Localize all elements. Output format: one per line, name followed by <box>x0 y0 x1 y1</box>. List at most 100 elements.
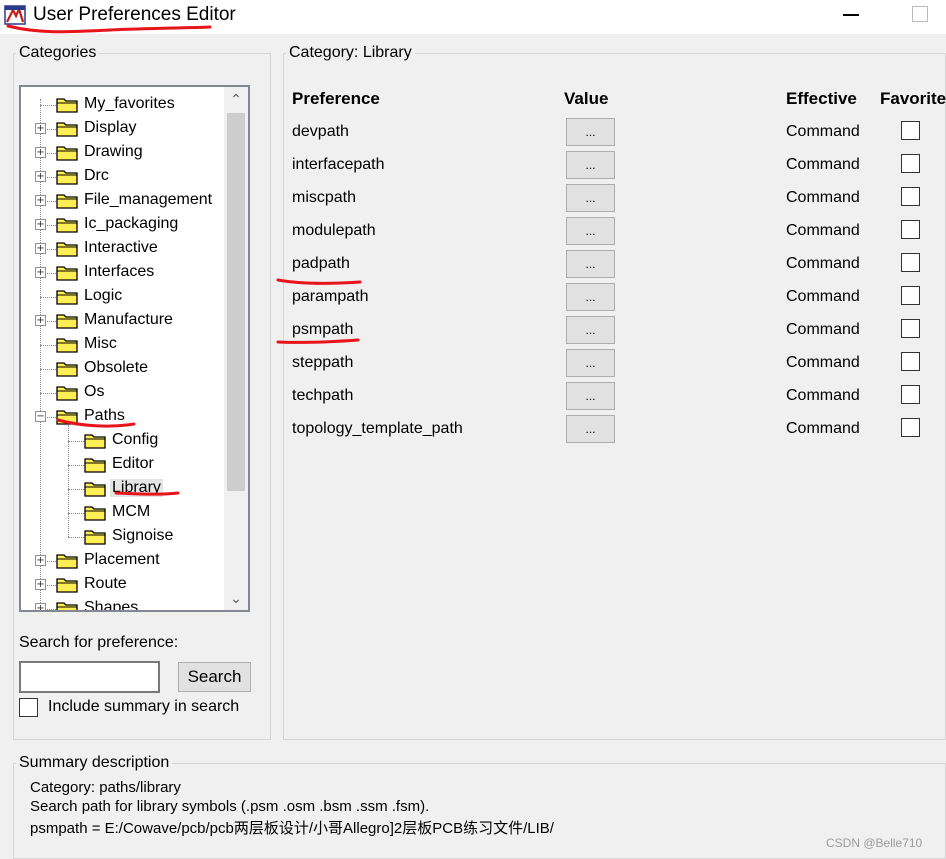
favorite-checkbox-devpath[interactable] <box>901 121 920 140</box>
favorite-checkbox-techpath[interactable] <box>901 385 920 404</box>
value-browse-button-modulepath[interactable]: ... <box>566 217 615 245</box>
tree-item-label: Signoise <box>112 527 174 544</box>
tree-scrollbar[interactable]: ⌃ ⌄ <box>224 87 248 610</box>
value-browse-button-topology_template_path[interactable]: ... <box>566 415 615 443</box>
tree-item-label: Paths <box>84 407 125 424</box>
expand-icon[interactable]: + <box>35 243 46 254</box>
tree-item-editor[interactable]: Editor <box>21 453 226 477</box>
favorite-checkbox-padpath[interactable] <box>901 253 920 272</box>
folder-icon <box>56 384 78 401</box>
folder-icon <box>56 96 78 113</box>
tree-item-label: Logic <box>84 287 123 304</box>
tree-item-drawing[interactable]: + Drawing <box>21 141 226 165</box>
value-browse-button-parampath[interactable]: ... <box>566 283 615 311</box>
tree-item-display[interactable]: + Display <box>21 117 226 141</box>
favorite-checkbox-steppath[interactable] <box>901 352 920 371</box>
preference-name-psmpath: psmpath <box>292 321 354 338</box>
scroll-down-arrow-icon[interactable]: ⌄ <box>224 586 248 610</box>
expand-icon[interactable]: + <box>35 267 46 278</box>
tree-item-obsolete[interactable]: Obsolete <box>21 357 226 381</box>
search-input[interactable] <box>19 661 160 693</box>
folder-icon <box>56 312 78 329</box>
tree-item-shapes[interactable]: + Shapes <box>21 597 226 612</box>
favorite-checkbox-psmpath[interactable] <box>901 319 920 338</box>
tree-item-drc[interactable]: + Drc <box>21 165 226 189</box>
favorite-checkbox-interfacepath[interactable] <box>901 154 920 173</box>
value-browse-button-interfacepath[interactable]: ... <box>566 151 615 179</box>
tree-connector-line <box>68 465 84 466</box>
preference-name-modulepath: modulepath <box>292 222 376 239</box>
category-legend: Category: Library <box>289 44 412 61</box>
tree-item-label: Shapes <box>84 599 139 612</box>
folder-icon <box>56 336 78 353</box>
scroll-thumb[interactable] <box>227 113 245 491</box>
expand-icon[interactable]: + <box>35 195 46 206</box>
tree-item-my_favorites[interactable]: My_favorites <box>21 93 226 117</box>
tree-connector-line <box>68 513 84 514</box>
scroll-up-arrow-icon[interactable]: ⌃ <box>224 87 248 111</box>
tree-connector-line <box>40 369 56 370</box>
tree-item-logic[interactable]: Logic <box>21 285 226 309</box>
tree-item-manufacture[interactable]: + Manufacture <box>21 309 226 333</box>
collapse-icon[interactable]: − <box>35 411 46 422</box>
summary-line: Search path for library symbols (.psm .o… <box>30 798 430 815</box>
favorite-checkbox-modulepath[interactable] <box>901 220 920 239</box>
expand-icon[interactable]: + <box>35 579 46 590</box>
category-tree[interactable]: ⌃ ⌄ My_favorites + Display + Drawing + Drc + Fil… <box>19 85 250 612</box>
tree-connector-line <box>40 393 56 394</box>
preference-name-miscpath: miscpath <box>292 189 357 206</box>
tree-item-label: Os <box>84 383 105 400</box>
folder-icon <box>56 192 78 209</box>
value-browse-button-devpath[interactable]: ... <box>566 118 615 146</box>
tree-item-label: Interfaces <box>84 263 155 280</box>
favorite-checkbox-miscpath[interactable] <box>901 187 920 206</box>
tree-item-signoise[interactable]: Signoise <box>21 525 226 549</box>
tree-item-paths[interactable]: − Paths <box>21 405 226 429</box>
value-browse-button-techpath[interactable]: ... <box>566 382 615 410</box>
folder-icon <box>84 528 106 545</box>
favorite-checkbox-parampath[interactable] <box>901 286 920 305</box>
tree-item-file_management[interactable]: + File_management <box>21 189 226 213</box>
folder-icon <box>84 432 106 449</box>
expand-icon[interactable]: + <box>35 315 46 326</box>
folder-icon <box>84 456 106 473</box>
maximize-button[interactable] <box>912 6 928 22</box>
expand-icon[interactable]: + <box>35 219 46 230</box>
favorite-checkbox-topology_template_path[interactable] <box>901 418 920 437</box>
tree-item-mcm[interactable]: MCM <box>21 501 226 525</box>
expand-icon[interactable]: + <box>35 171 46 182</box>
tree-item-route[interactable]: + Route <box>21 573 226 597</box>
value-browse-button-miscpath[interactable]: ... <box>566 184 615 212</box>
expand-icon[interactable]: + <box>35 603 46 610</box>
expand-icon[interactable]: + <box>35 123 46 134</box>
preference-name-devpath: devpath <box>292 123 349 140</box>
summary-line: Category: paths/library <box>30 779 181 796</box>
expand-icon[interactable]: + <box>35 555 46 566</box>
tree-item-label: File_management <box>84 191 213 208</box>
minimize-button[interactable] <box>843 14 859 16</box>
value-browse-button-steppath[interactable]: ... <box>566 349 615 377</box>
tree-connector-line <box>68 489 84 490</box>
folder-icon <box>56 264 78 281</box>
summary-legend: Summary description <box>19 754 170 771</box>
value-browse-button-psmpath[interactable]: ... <box>566 316 615 344</box>
value-browse-button-padpath[interactable]: ... <box>566 250 615 278</box>
tree-item-ic_packaging[interactable]: + Ic_packaging <box>21 213 226 237</box>
tree-item-label: Obsolete <box>84 359 149 376</box>
tree-item-interfaces[interactable]: + Interfaces <box>21 261 226 285</box>
tree-item-os[interactable]: Os <box>21 381 226 405</box>
watermark: CSDN @Belle710 <box>826 836 923 850</box>
expand-icon[interactable]: + <box>35 147 46 158</box>
folder-icon <box>56 576 78 593</box>
tree-item-label: MCM <box>112 503 151 520</box>
tree-item-placement[interactable]: + Placement <box>21 549 226 573</box>
tree-item-config[interactable]: Config <box>21 429 226 453</box>
tree-item-interactive[interactable]: + Interactive <box>21 237 226 261</box>
include-summary-label: Include summary in search <box>48 698 240 715</box>
search-button[interactable]: Search <box>178 662 251 692</box>
tree-connector-line <box>40 345 56 346</box>
include-summary-checkbox[interactable] <box>19 698 38 717</box>
tree-item-label: Display <box>84 119 137 136</box>
tree-item-misc[interactable]: Misc <box>21 333 226 357</box>
tree-item-library[interactable]: Library <box>21 477 226 501</box>
